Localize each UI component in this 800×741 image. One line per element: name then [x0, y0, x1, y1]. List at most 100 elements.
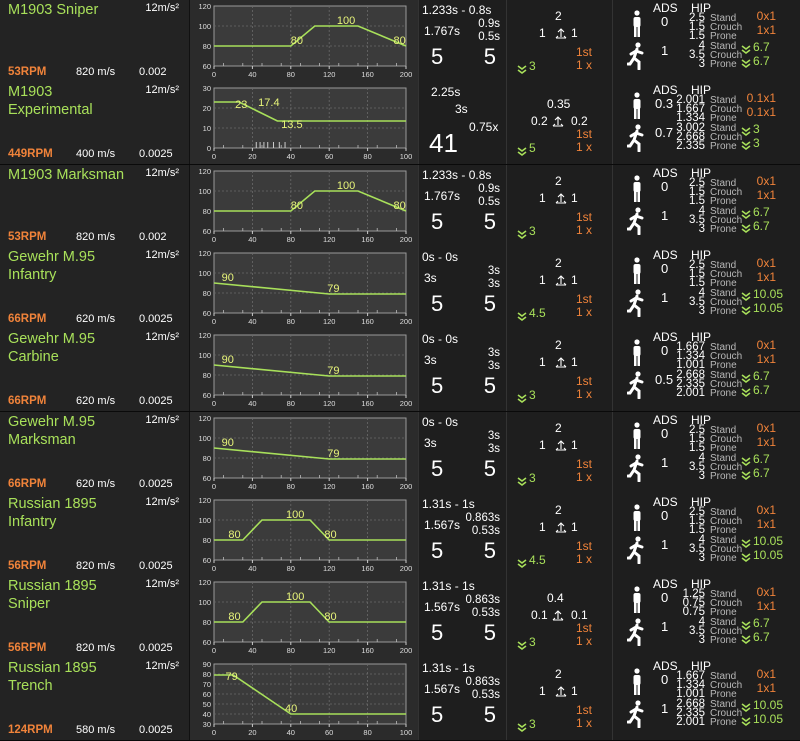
damage-falloff-chart: 120 100 80 60 0 40 80 120 160 200 90 79	[189, 411, 418, 494]
x-tick-label: 100	[400, 152, 413, 161]
y-tick-label: 80	[203, 536, 211, 545]
reload-b: 0.53s	[471, 607, 500, 620]
x-tick-label: 40	[287, 152, 295, 161]
weapon-row[interactable]: Russian 1895 Sniper 12m/s² 56RPM 820 m/s 0.0…	[0, 576, 800, 660]
ads-header: ADS	[653, 1, 678, 15]
y-tick-label: 80	[203, 670, 211, 679]
chevron-shape	[741, 635, 751, 645]
weapon-name: Russian 1895 Sniper	[8, 578, 97, 613]
y-tick-label: 120	[198, 578, 211, 587]
chevron-double-down-icon	[517, 391, 527, 409]
x-tick-label: 80	[287, 399, 295, 408]
recoil-left: 1	[539, 437, 546, 452]
recoil-decrease: 3	[529, 59, 536, 73]
spread-increase-stand: 0x1	[756, 9, 776, 23]
muzzle-velocity: 620 m/s	[76, 477, 116, 490]
weapon-row[interactable]: M1903 Experimental 12m/s² 449RPM 400 m/s 0.0…	[0, 82, 800, 166]
first-shot-multiplier: 1 x	[576, 634, 593, 649]
reload-stats-cell: 1.233s - 0.8s 1.767s 0.9s 0.5s 5 5	[418, 164, 506, 247]
x-tick-label: 120	[323, 399, 336, 408]
chevron-double-down-icon-graphic	[741, 470, 751, 480]
weapon-row[interactable]: Russian 1895 Trench 12m/s² 124RPM 580 m/s 0.…	[0, 658, 800, 741]
recoil-decrease: 3	[529, 223, 536, 238]
recoil-right: 1	[571, 437, 578, 452]
chevron-shape	[517, 559, 527, 568]
torso	[633, 510, 641, 521]
damage-falloff-chart: 120 100 80 60 0 40 80 120 160 200 90 79	[189, 329, 418, 412]
torso	[633, 346, 641, 357]
plot-area	[213, 170, 407, 232]
running-person-icon-graphic	[626, 618, 644, 647]
first-shot-multiplier: 1 x	[576, 469, 593, 484]
damage-chart-svg: 120 100 80 600 40 80 120 160 200 90 79	[198, 249, 413, 326]
damage-data-label: 13.5	[281, 119, 302, 131]
spread-recovery-move: 10.05	[753, 698, 784, 713]
damage-data-label: 80	[291, 35, 303, 47]
head	[635, 618, 641, 624]
recoil-right: 1	[571, 190, 578, 205]
damage-multiplier: 0.75x	[469, 120, 499, 135]
weapon-info-cell: M1903 Sniper 12m/s² 53RPM 820 m/s 0.002	[0, 0, 189, 82]
weapon-row[interactable]: Gewehr M.95 Infantry 12m/s² 66RPM 620 m/s 0.…	[0, 246, 800, 330]
head	[635, 289, 641, 295]
spread-cell: ADS HIP 0 1 Stand 2.5 Crouch 1.5 Prone 1.5 Stand 4 C…	[612, 164, 800, 247]
x-tick-label: 80	[287, 235, 295, 244]
recoil-left: 1	[539, 272, 546, 287]
spread-recovery-move: 10.05	[753, 286, 784, 301]
standing-person-icon-graphic	[633, 586, 641, 614]
x-tick-label: 0	[212, 728, 216, 737]
recoil-arrows	[552, 116, 564, 127]
weapon-info-cell: Gewehr M.95 Carbine 12m/s² 66RPM 620 m/s 0.0…	[0, 329, 189, 412]
head	[634, 668, 640, 674]
y-tick-label: 100	[198, 434, 211, 443]
chevron-shape	[741, 703, 751, 713]
weapon-row[interactable]: Russian 1895 Infantry 12m/s² 56RPM 820 m/s 0…	[0, 493, 800, 577]
chevron-shape	[741, 456, 751, 466]
reload-stats-cell: 0s - 0s 3s 3s 3s 5 5	[418, 246, 506, 329]
spread-increase-crouch: 1x1	[756, 434, 776, 449]
spread-cell: ADS HIP 0 1 Stand 1.667 Crouch 1.334 Prone 1.001 S…	[612, 658, 800, 741]
weapon-row[interactable]: M1903 Sniper 12m/s² 53RPM 820 m/s 0.002 120 10…	[0, 0, 800, 83]
chevron-double-down-icon-graphic	[517, 65, 527, 74]
x-tick-label: 80	[287, 482, 295, 491]
muzzle-velocity: 820 m/s	[76, 642, 116, 655]
x-tick-label: 200	[400, 646, 413, 655]
first-shot-multiplier: 1 x	[576, 58, 593, 72]
recoil-up: 2	[555, 173, 562, 188]
chevron-double-down-icon	[517, 62, 527, 80]
spread-increase-stand: 0x1	[756, 667, 776, 682]
y-tick-label: 120	[198, 249, 211, 258]
leg-left	[634, 684, 637, 696]
leg-right	[637, 437, 640, 449]
gravity-value: 12m/s²	[145, 413, 179, 426]
x-tick-label: 200	[400, 317, 413, 326]
damage-data-label: 90	[222, 272, 234, 284]
damage-falloff-chart: 90 80 70 60 50 40 30 0 20 40 60 80 100 79 40	[189, 658, 418, 741]
x-tick-label: 40	[248, 564, 256, 573]
hip-spread-prone: 3	[698, 469, 705, 482]
y-tick-label: 40	[203, 710, 211, 719]
drag-coefficient: 0.002	[139, 230, 167, 243]
x-tick-label: 160	[361, 317, 374, 326]
ammo-count: 5	[483, 373, 496, 399]
weapon-row[interactable]: Gewehr M.95 Carbine 12m/s² 66RPM 620 m/s 0.0…	[0, 329, 800, 413]
weapon-row[interactable]: M1903 Marksman 12m/s² 53RPM 820 m/s 0.002 120…	[0, 164, 800, 248]
damage-falloff-chart: 30 20 10 0 0 20 40 60 80 100 23 17.4 13.5	[189, 82, 418, 165]
weapon-name: Russian 1895 Trench	[8, 660, 97, 695]
weapon-row[interactable]: Gewehr M.95 Marksman 12m/s² 66RPM 620 m/s 0.…	[0, 411, 800, 495]
ammo-count: 5	[483, 702, 496, 728]
y-tick-label: 120	[198, 331, 211, 340]
weapon-name: Russian 1895 Infantry	[8, 495, 97, 530]
reload-time: 1.233s - 0.8s	[422, 167, 492, 182]
standing-person-icon	[630, 92, 644, 125]
reload-a: 0.863s	[465, 676, 500, 689]
standing-person-icon	[630, 339, 644, 372]
x-tick-label: 160	[361, 564, 374, 573]
spread-cell: ADS HIP 0 1 Stand 2.5 Crouch 1.5 Prone 1.5 Stand 4 C…	[612, 0, 800, 82]
chevron-double-down-icon-graphic	[517, 641, 527, 651]
first-shot-label: 1st	[576, 127, 593, 142]
body	[626, 541, 644, 565]
x-tick-label: 40	[248, 235, 256, 244]
deploy-time: 1.767s	[424, 24, 461, 38]
x-tick-label: 80	[287, 317, 295, 326]
